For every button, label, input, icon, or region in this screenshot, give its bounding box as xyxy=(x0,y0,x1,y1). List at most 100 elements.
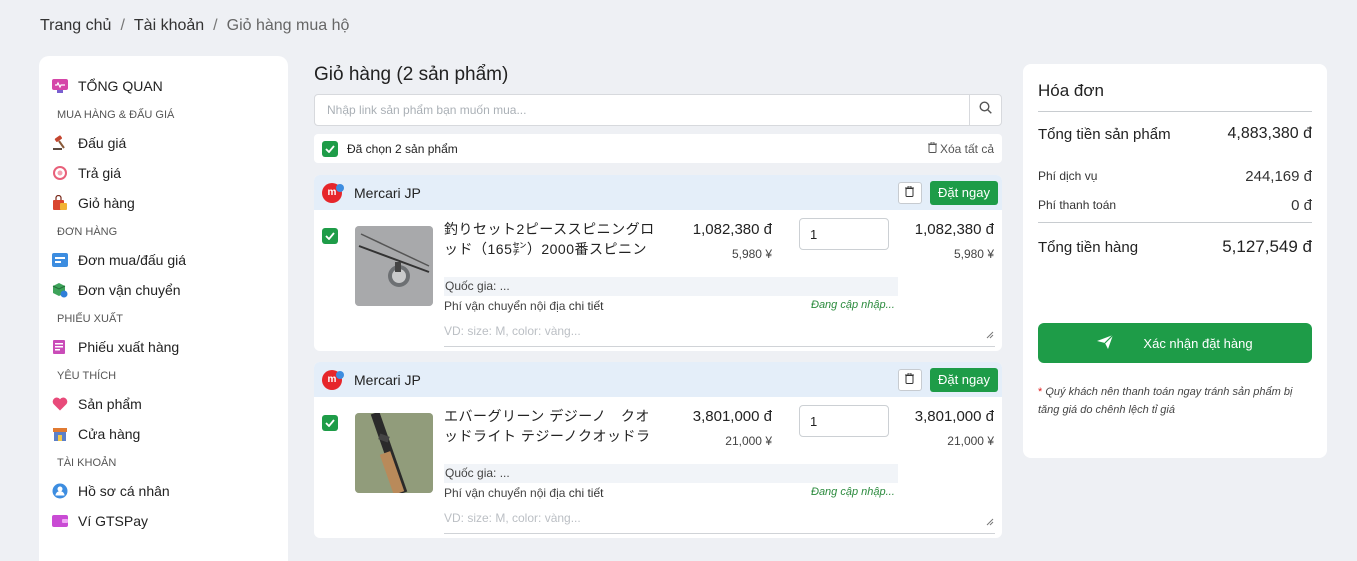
buy-now-button[interactable]: Đặt ngay xyxy=(929,367,998,392)
line-total-yen: 21,000 ¥ xyxy=(947,434,994,448)
unit-price: 3,801,000 đ xyxy=(692,408,772,425)
shipping-status: Đang cập nhập... xyxy=(811,486,895,498)
payment-fee-value: 0 đ xyxy=(1291,196,1312,214)
product-name[interactable]: 釣りセット2ピーススピニングロッド（165㌢）2000番スピニングリール xyxy=(444,219,660,259)
sidebar-item-label: Hồ sơ cá nhân xyxy=(78,483,170,499)
line-total-yen: 5,980 ¥ xyxy=(953,247,994,261)
cart-title: Giỏ hàng (2 sản phẩm) xyxy=(314,64,509,85)
service-fee-label: Phí dịch vụ xyxy=(1038,169,1098,183)
sidebar-item-export[interactable]: Phiếu xuất hàng xyxy=(51,332,276,362)
unit-price-yen: 5,980 ¥ xyxy=(731,247,772,261)
unit-price: 1,082,380 đ xyxy=(692,221,772,238)
trash-icon xyxy=(905,371,915,389)
select-all-bar: Đã chọn 2 sản phẩm Xóa tất cả xyxy=(314,134,1002,163)
wallet-icon xyxy=(52,513,68,529)
breadcrumb-current: Giỏ hàng mua hộ xyxy=(226,17,350,34)
cart-item-card: m Mercari JP Đặt ngay 釣りセット2ピーススピニングロッド（… xyxy=(314,175,1002,351)
quantity-input[interactable] xyxy=(799,405,889,437)
divider xyxy=(1038,111,1312,112)
trash-icon xyxy=(927,141,937,156)
sidebar: TỔNG QUAN MUA HÀNG & ĐẤU GIÁ Đấu giá Trả… xyxy=(39,56,288,561)
shop-name: Mercari JP xyxy=(354,184,421,201)
sidebar-item-label: Giỏ hàng xyxy=(78,195,135,211)
select-all-checkbox[interactable] xyxy=(322,140,338,157)
sidebar-item-label: Đơn mua/đấu giá xyxy=(78,252,187,268)
search-input[interactable] xyxy=(315,95,965,125)
cart-item-body: エバーグリーン デジーノ クオッドライト テジーノクオッドライト 3,801,0… xyxy=(314,397,1002,538)
sidebar-item-auction[interactable]: Đấu giá xyxy=(51,128,276,158)
item-note-textarea[interactable] xyxy=(444,506,995,534)
divider xyxy=(1038,222,1312,223)
subtotal-label: Tổng tiền sản phẩm xyxy=(1038,125,1171,143)
shopping-bag-icon xyxy=(52,195,68,211)
sidebar-item-wallet[interactable]: Ví GTSPay xyxy=(51,506,276,536)
line-total: 1,082,380 đ xyxy=(914,221,994,238)
delete-item-button[interactable] xyxy=(897,181,922,204)
selected-count-label: Đã chọn 2 sản phẩm xyxy=(347,141,458,156)
breadcrumb: Trang chủ / Tài khoản / Giỏ hàng mua hộ xyxy=(40,17,349,35)
cart-item-body: 釣りセット2ピーススピニングロッド（165㌢）2000番スピニングリール 1,0… xyxy=(314,210,1002,351)
sidebar-item-orders[interactable]: Đơn mua/đấu giá xyxy=(51,245,276,275)
mercari-logo-icon: m xyxy=(322,369,344,390)
shipping-detail-link[interactable]: chi tiết xyxy=(569,486,604,500)
resize-handle-icon[interactable] xyxy=(986,513,994,531)
sidebar-item-label: Trả giá xyxy=(78,165,122,181)
trash-icon xyxy=(905,184,915,202)
target-icon xyxy=(52,165,68,181)
total-row: Tổng tiền hàng 5,127,549 đ xyxy=(1038,235,1312,259)
mercari-logo-icon: m xyxy=(322,182,344,203)
dashboard-icon xyxy=(52,78,68,94)
shipping-label: Phí vận chuyển nội địa xyxy=(444,299,566,313)
sidebar-item-offer[interactable]: Trả giá xyxy=(51,158,276,188)
cart-item-card: m Mercari JP Đặt ngay エバーグリーン デジーノ クオッドラ… xyxy=(314,362,1002,538)
search-button[interactable] xyxy=(969,95,1001,125)
send-icon xyxy=(1097,334,1114,352)
delete-item-button[interactable] xyxy=(897,368,922,391)
product-image[interactable] xyxy=(355,413,433,493)
country-field: Quốc gia: ... xyxy=(444,277,898,296)
sidebar-item-cart[interactable]: Giỏ hàng xyxy=(51,188,276,218)
sidebar-section-title: MUA HÀNG & ĐẤU GIÁ xyxy=(57,109,175,121)
item-checkbox[interactable] xyxy=(322,228,338,244)
service-fee-value: 244,169 đ xyxy=(1245,167,1312,185)
domestic-shipping-label: Phí vận chuyển nội địa chi tiết xyxy=(444,486,603,500)
shop-header: m Mercari JP Đặt ngay xyxy=(314,362,1002,397)
sidebar-item-overview[interactable]: TỔNG QUAN xyxy=(51,76,276,96)
shop-header: m Mercari JP Đặt ngay xyxy=(314,175,1002,210)
sidebar-item-label: TỔNG QUAN xyxy=(78,78,163,94)
breadcrumb-home[interactable]: Trang chủ xyxy=(40,17,111,35)
buy-now-button[interactable]: Đặt ngay xyxy=(929,180,998,205)
product-image[interactable] xyxy=(355,226,433,306)
country-field: Quốc gia: ... xyxy=(444,464,898,483)
confirm-order-label: Xác nhận đặt hàng xyxy=(1143,335,1253,351)
sidebar-item-fav-shops[interactable]: Cửa hàng xyxy=(51,419,276,449)
required-star: * xyxy=(1038,386,1043,398)
order-list-icon xyxy=(52,252,68,268)
shipping-detail-link[interactable]: chi tiết xyxy=(569,299,604,313)
item-note-textarea[interactable] xyxy=(444,319,995,347)
search-icon xyxy=(979,101,992,119)
invoice-title: Hóa đơn xyxy=(1038,81,1104,100)
delete-all-label: Xóa tất cả xyxy=(939,141,994,156)
sidebar-item-fav-products[interactable]: Sản phẩm xyxy=(51,389,276,419)
line-total: 3,801,000 đ xyxy=(914,408,994,425)
delete-all-button[interactable]: Xóa tất cả xyxy=(927,141,994,156)
resize-handle-icon[interactable] xyxy=(986,326,994,344)
breadcrumb-account[interactable]: Tài khoản xyxy=(134,17,204,35)
user-icon xyxy=(52,483,68,499)
sidebar-item-label: Phiếu xuất hàng xyxy=(78,339,180,355)
sidebar-item-shipping[interactable]: Đơn vận chuyển xyxy=(51,275,276,305)
total-label: Tổng tiền hàng xyxy=(1038,238,1139,256)
sidebar-item-profile[interactable]: Hồ sơ cá nhân xyxy=(51,476,276,506)
shipping-label: Phí vận chuyển nội địa xyxy=(444,486,566,500)
item-checkbox[interactable] xyxy=(322,415,338,431)
shipping-status: Đang cập nhập... xyxy=(811,299,895,311)
sidebar-item-label: Cửa hàng xyxy=(78,426,141,442)
confirm-order-button[interactable]: Xác nhận đặt hàng xyxy=(1038,323,1312,363)
subtotal-row: Tổng tiền sản phẩm 4,883,380 đ xyxy=(1038,122,1312,146)
sidebar-section-title: ĐƠN HÀNG xyxy=(57,226,118,238)
invoice-icon xyxy=(52,339,68,355)
product-name[interactable]: エバーグリーン デジーノ クオッドライト テジーノクオッドライト xyxy=(444,406,660,446)
sidebar-item-label: Đơn vận chuyển xyxy=(78,282,181,298)
quantity-input[interactable] xyxy=(799,218,889,250)
